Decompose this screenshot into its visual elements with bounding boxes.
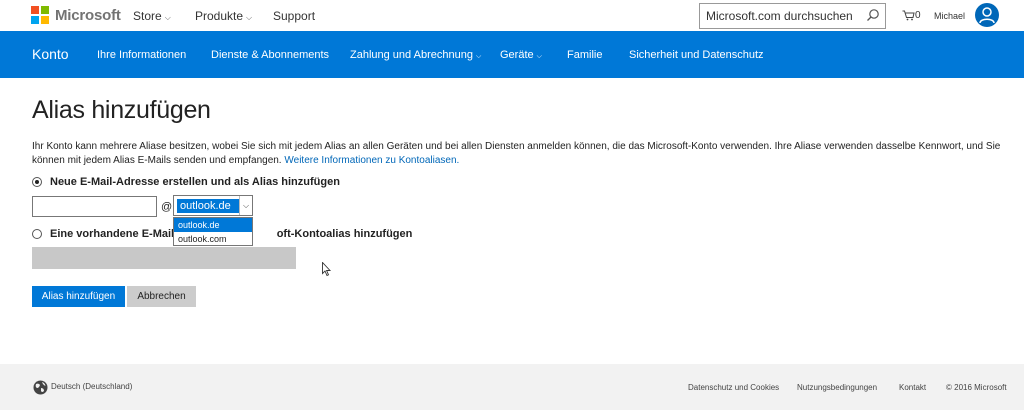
top-header: Microsoft Store⌵ Produkte⌵ Support 0 Mic… (0, 0, 1024, 31)
cart-count: 0 (915, 10, 921, 21)
chevron-down-icon: ⌵ (536, 53, 542, 60)
chevron-down-icon: ⌵ (164, 13, 171, 22)
globe-icon[interactable] (33, 380, 48, 395)
radio-button-unselected[interactable] (32, 229, 42, 239)
chevron-down-icon: ⌵ (475, 53, 482, 60)
at-sign: @ (161, 201, 173, 213)
search-box (699, 3, 886, 29)
nav-devices[interactable]: Geräte ⌵ (500, 49, 542, 61)
nav-your-info-label: Ihre Informationen (97, 49, 187, 61)
cancel-button[interactable]: Abbrechen (127, 286, 196, 307)
chevron-down-icon[interactable]: ⌵ (239, 196, 252, 215)
page-title: Alias hinzufügen (32, 96, 211, 124)
option-new-label: Neue E-Mail-Adresse erstellen und als Al… (50, 176, 340, 188)
learn-more-link[interactable]: Weitere Informationen zu Kontoaliasen. (284, 155, 459, 166)
user-name[interactable]: Michael (934, 11, 965, 21)
nav-support[interactable]: Support (273, 9, 315, 23)
domain-dropdown-list: outlook.de outlook.com (173, 217, 253, 246)
nav-products-label: Produkte (195, 9, 244, 23)
user-icon (979, 7, 995, 24)
chevron-down-icon: ⌵ (246, 13, 253, 22)
cart-button[interactable]: 0 (902, 10, 921, 21)
intro-text: Ihr Konto kann mehrere Aliase besitzen, … (32, 141, 1001, 166)
locale-selector[interactable]: Deutsch (Deutschland) (51, 382, 132, 391)
domain-option[interactable]: outlook.com (174, 232, 252, 246)
footer: Deutsch (Deutschland) Datenschutz und Co… (0, 364, 1024, 410)
copyright: © 2016 Microsoft (946, 383, 1007, 392)
nav-support-label: Support (273, 9, 316, 23)
radio-button-selected[interactable] (32, 177, 42, 187)
option-existing-label-start: Eine vorhandene E-Mail-A (50, 228, 186, 240)
nav-services[interactable]: Dienste & Abonnements (211, 49, 329, 61)
nav-your-info[interactable]: Ihre Informationen (97, 49, 186, 61)
domain-select[interactable]: outlook.de ⌵ (173, 195, 253, 216)
add-alias-button[interactable]: Alias hinzufügen (32, 286, 125, 307)
nav-products[interactable]: Produkte ⌵ (195, 9, 252, 23)
brand-name: Microsoft (55, 6, 121, 24)
nav-devices-label: Geräte (500, 49, 534, 61)
nav-services-label: Dienste & Abonnements (211, 49, 330, 61)
existing-email-input-disabled (32, 247, 296, 269)
nav-family-label: Familie (567, 49, 603, 61)
cart-icon (902, 10, 915, 21)
radio-option-new-email[interactable]: Neue E-Mail-Adresse erstellen und als Al… (32, 176, 340, 188)
nav-security-label: Sicherheit und Datenschutz (629, 49, 764, 61)
domain-option[interactable]: outlook.de (174, 218, 252, 232)
nav-store[interactable]: Store ⌵ (133, 9, 171, 23)
avatar[interactable] (975, 3, 999, 27)
nav-store-label: Store (133, 9, 162, 23)
intro-paragraph: Ihr Konto kann mehrere Aliase besitzen, … (32, 140, 1007, 167)
alias-name-input[interactable] (32, 196, 157, 217)
domain-selected-value: outlook.de (177, 199, 239, 213)
search-icon[interactable] (866, 8, 880, 22)
search-input[interactable] (700, 4, 860, 28)
footer-link-privacy[interactable]: Datenschutz und Cookies (688, 383, 779, 392)
nav-security[interactable]: Sicherheit und Datenschutz (629, 49, 764, 61)
account-title[interactable]: Konto (32, 46, 69, 62)
footer-link-contact[interactable]: Kontakt (899, 383, 926, 392)
nav-payment-label: Zahlung und Abrechnung (350, 49, 473, 61)
nav-payment[interactable]: Zahlung und Abrechnung ⌵ (350, 49, 481, 61)
mouse-cursor-icon (322, 262, 332, 277)
nav-family[interactable]: Familie (567, 49, 602, 61)
account-nav: Konto Ihre Informationen Dienste & Abonn… (0, 31, 1024, 78)
microsoft-logo[interactable]: Microsoft (31, 6, 121, 24)
footer-link-terms[interactable]: Nutzungsbedingungen (797, 383, 877, 392)
option-existing-label-end: oft-Kontoalias hinzufügen (276, 228, 413, 240)
microsoft-logo-icon (31, 6, 49, 24)
